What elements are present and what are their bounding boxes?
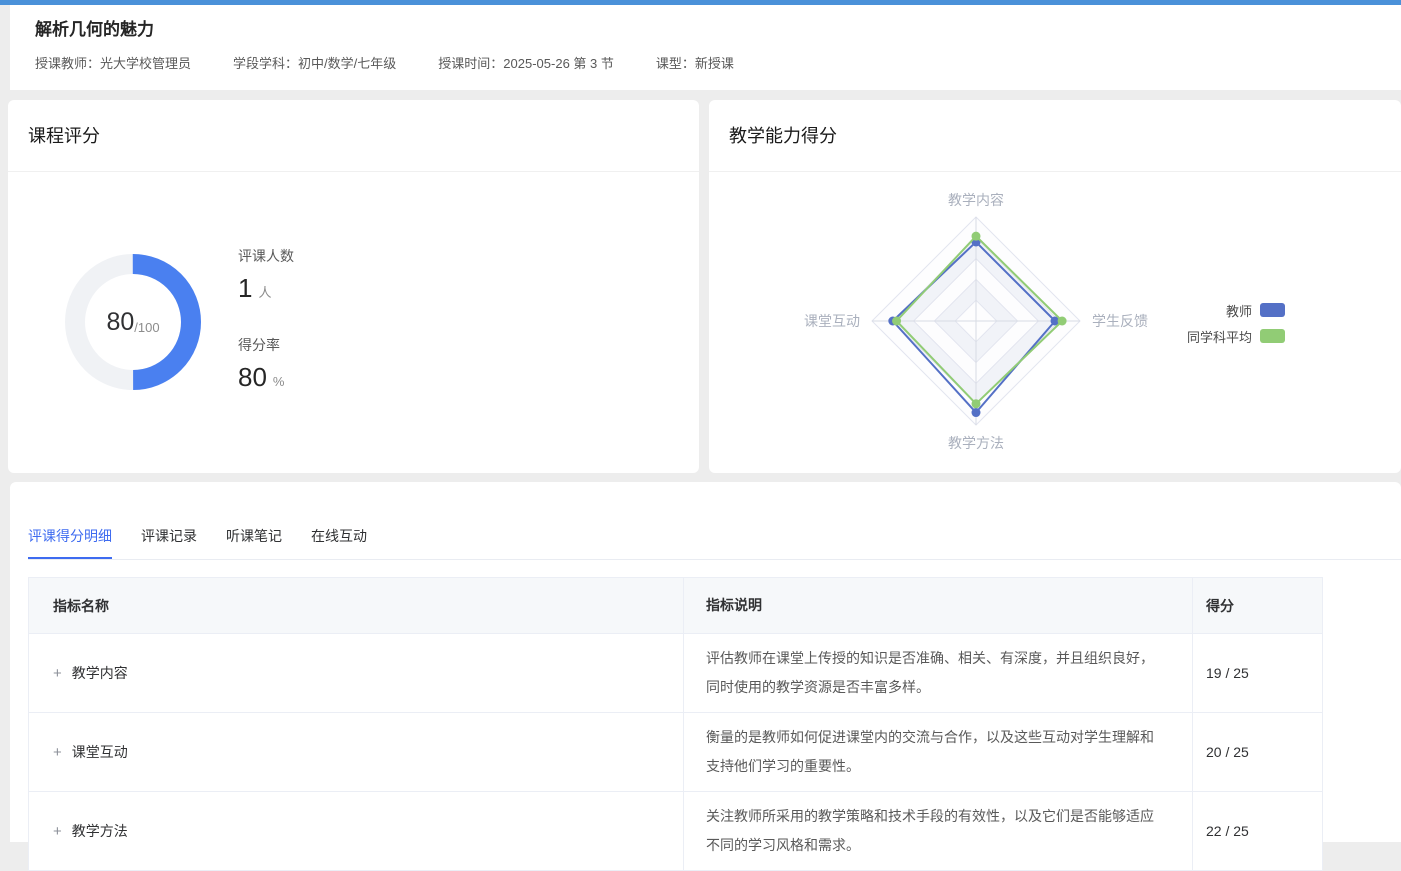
expand-icon[interactable]: + [53, 823, 62, 840]
table-body: + 教学内容 评估教师在课堂上传授的知识是否准确、相关、有深度，并且组织良好，同… [29, 633, 1322, 870]
stat-reviewers-value: 1 [238, 273, 252, 303]
legend-item-subject-average[interactable]: 同学科平均 [1187, 326, 1285, 346]
score-gauge-chart: 80 /100 [53, 242, 213, 402]
table-row: + 教学方法 关注教师所采用的教学策略和技术手段的有效性，以及它们是否能够适应不… [29, 791, 1322, 870]
gauge-value: 80 [106, 308, 134, 337]
course-score-card: 课程评分 80 /100 评课人数 1人 得分率 80% [8, 100, 699, 473]
tab-online-interaction[interactable]: 在线互动 [311, 526, 367, 559]
legend-subject-average-swatch [1260, 329, 1285, 343]
column-header-score: 得分 [1193, 578, 1322, 633]
gauge-max: /100 [134, 320, 159, 335]
meta-time: 授课时间：2025-05-26 第 3 节 [438, 53, 614, 72]
column-header-indicator-desc: 指标说明 [684, 578, 1193, 633]
stat-score-rate: 得分率 80% [238, 335, 294, 398]
radar-card-title: 教学能力得分 [709, 100, 1401, 172]
score-card-header: 课程评分 [8, 100, 699, 172]
expand-icon[interactable]: + [53, 665, 62, 682]
legend-teacher-swatch [1260, 303, 1285, 317]
course-header: 解析几何的魅力 授课教师：光大学校管理员 学段学科：初中/数学/七年级 授课时间… [10, 5, 1401, 90]
gauge-center-label: 80 /100 [53, 242, 213, 402]
stat-score-rate-value: 80 [238, 362, 267, 392]
radar-axis-label: 教学内容 [948, 192, 1004, 208]
legend-teacher-label: 教师 [1226, 301, 1252, 320]
row-indicator-name: 教学内容 [72, 663, 128, 683]
radar-axis-label: 课堂互动 [804, 313, 860, 329]
radar-axis-label: 教学方法 [948, 435, 1004, 451]
stat-reviewers: 评课人数 1人 [238, 246, 294, 309]
course-meta: 授课教师：光大学校管理员 学段学科：初中/数学/七年级 授课时间：2025-05… [35, 53, 776, 72]
tab-listening-notes[interactable]: 听课笔记 [226, 526, 282, 559]
row-indicator-desc: 衡量的是教师如何促进课堂内的交流与合作，以及这些互动对学生理解和支持他们学习的重… [684, 713, 1193, 791]
row-indicator-name: 教学方法 [72, 821, 128, 841]
tab-score-detail[interactable]: 评课得分明细 [28, 526, 112, 559]
tab-review-records[interactable]: 评课记录 [141, 526, 197, 559]
table-row: + 课堂互动 衡量的是教师如何促进课堂内的交流与合作，以及这些互动对学生理解和支… [29, 712, 1322, 791]
table-row: + 教学内容 评估教师在课堂上传授的知识是否准确、相关、有深度，并且组织良好，同… [29, 633, 1322, 712]
row-score: 19 / 25 [1193, 634, 1322, 712]
meta-grade-subject: 学段学科：初中/数学/七年级 [233, 53, 396, 72]
score-stats: 评课人数 1人 得分率 80% [238, 246, 294, 398]
row-score: 20 / 25 [1193, 713, 1322, 791]
column-header-indicator-name: 指标名称 [29, 578, 684, 633]
row-indicator-desc: 评估教师在课堂上传授的知识是否准确、相关、有深度，并且组织良好，同时使用的教学资… [684, 634, 1193, 712]
teaching-ability-card: 教学能力得分 教学内容学生反馈教学方法 课堂互动 教师 同学科平均 [709, 100, 1401, 473]
radar-card-header: 教学能力得分 [709, 100, 1401, 172]
radar-legend: 教师 同学科平均 [1187, 300, 1285, 352]
stat-reviewers-unit: 人 [258, 285, 271, 300]
row-indicator-name: 课堂互动 [72, 742, 128, 762]
stat-score-rate-label: 得分率 [238, 335, 294, 355]
meta-teacher: 授课教师：光大学校管理员 [35, 53, 191, 72]
row-indicator-desc: 关注教师所采用的教学策略和技术手段的有效性，以及它们是否能够适应不同的学习风格和… [684, 792, 1193, 870]
radar-chart: 教学内容学生反馈教学方法 课堂互动 [766, 178, 1186, 468]
table-header-row: 指标名称 指标说明 得分 [29, 578, 1322, 633]
meta-course-type: 课型：新授课 [656, 53, 734, 72]
score-card-title: 课程评分 [8, 100, 699, 172]
row-score: 22 / 25 [1193, 792, 1322, 870]
detail-section: 评课得分明细 评课记录 听课笔记 在线互动 指标名称 指标说明 得分 + 教学内… [10, 482, 1401, 842]
tab-bar: 评课得分明细 评课记录 听课笔记 在线互动 [28, 482, 1401, 560]
legend-item-teacher[interactable]: 教师 [1187, 300, 1285, 320]
page-title: 解析几何的魅力 [35, 15, 154, 40]
legend-subject-average-label: 同学科平均 [1187, 327, 1252, 346]
stat-score-rate-unit: % [273, 374, 285, 389]
radar-axis-label: 学生反馈 [1092, 313, 1148, 329]
expand-icon[interactable]: + [53, 744, 62, 761]
score-detail-table: 指标名称 指标说明 得分 + 教学内容 评估教师在课堂上传授的知识是否准确、相关… [28, 577, 1323, 871]
stat-reviewers-label: 评课人数 [238, 246, 294, 266]
